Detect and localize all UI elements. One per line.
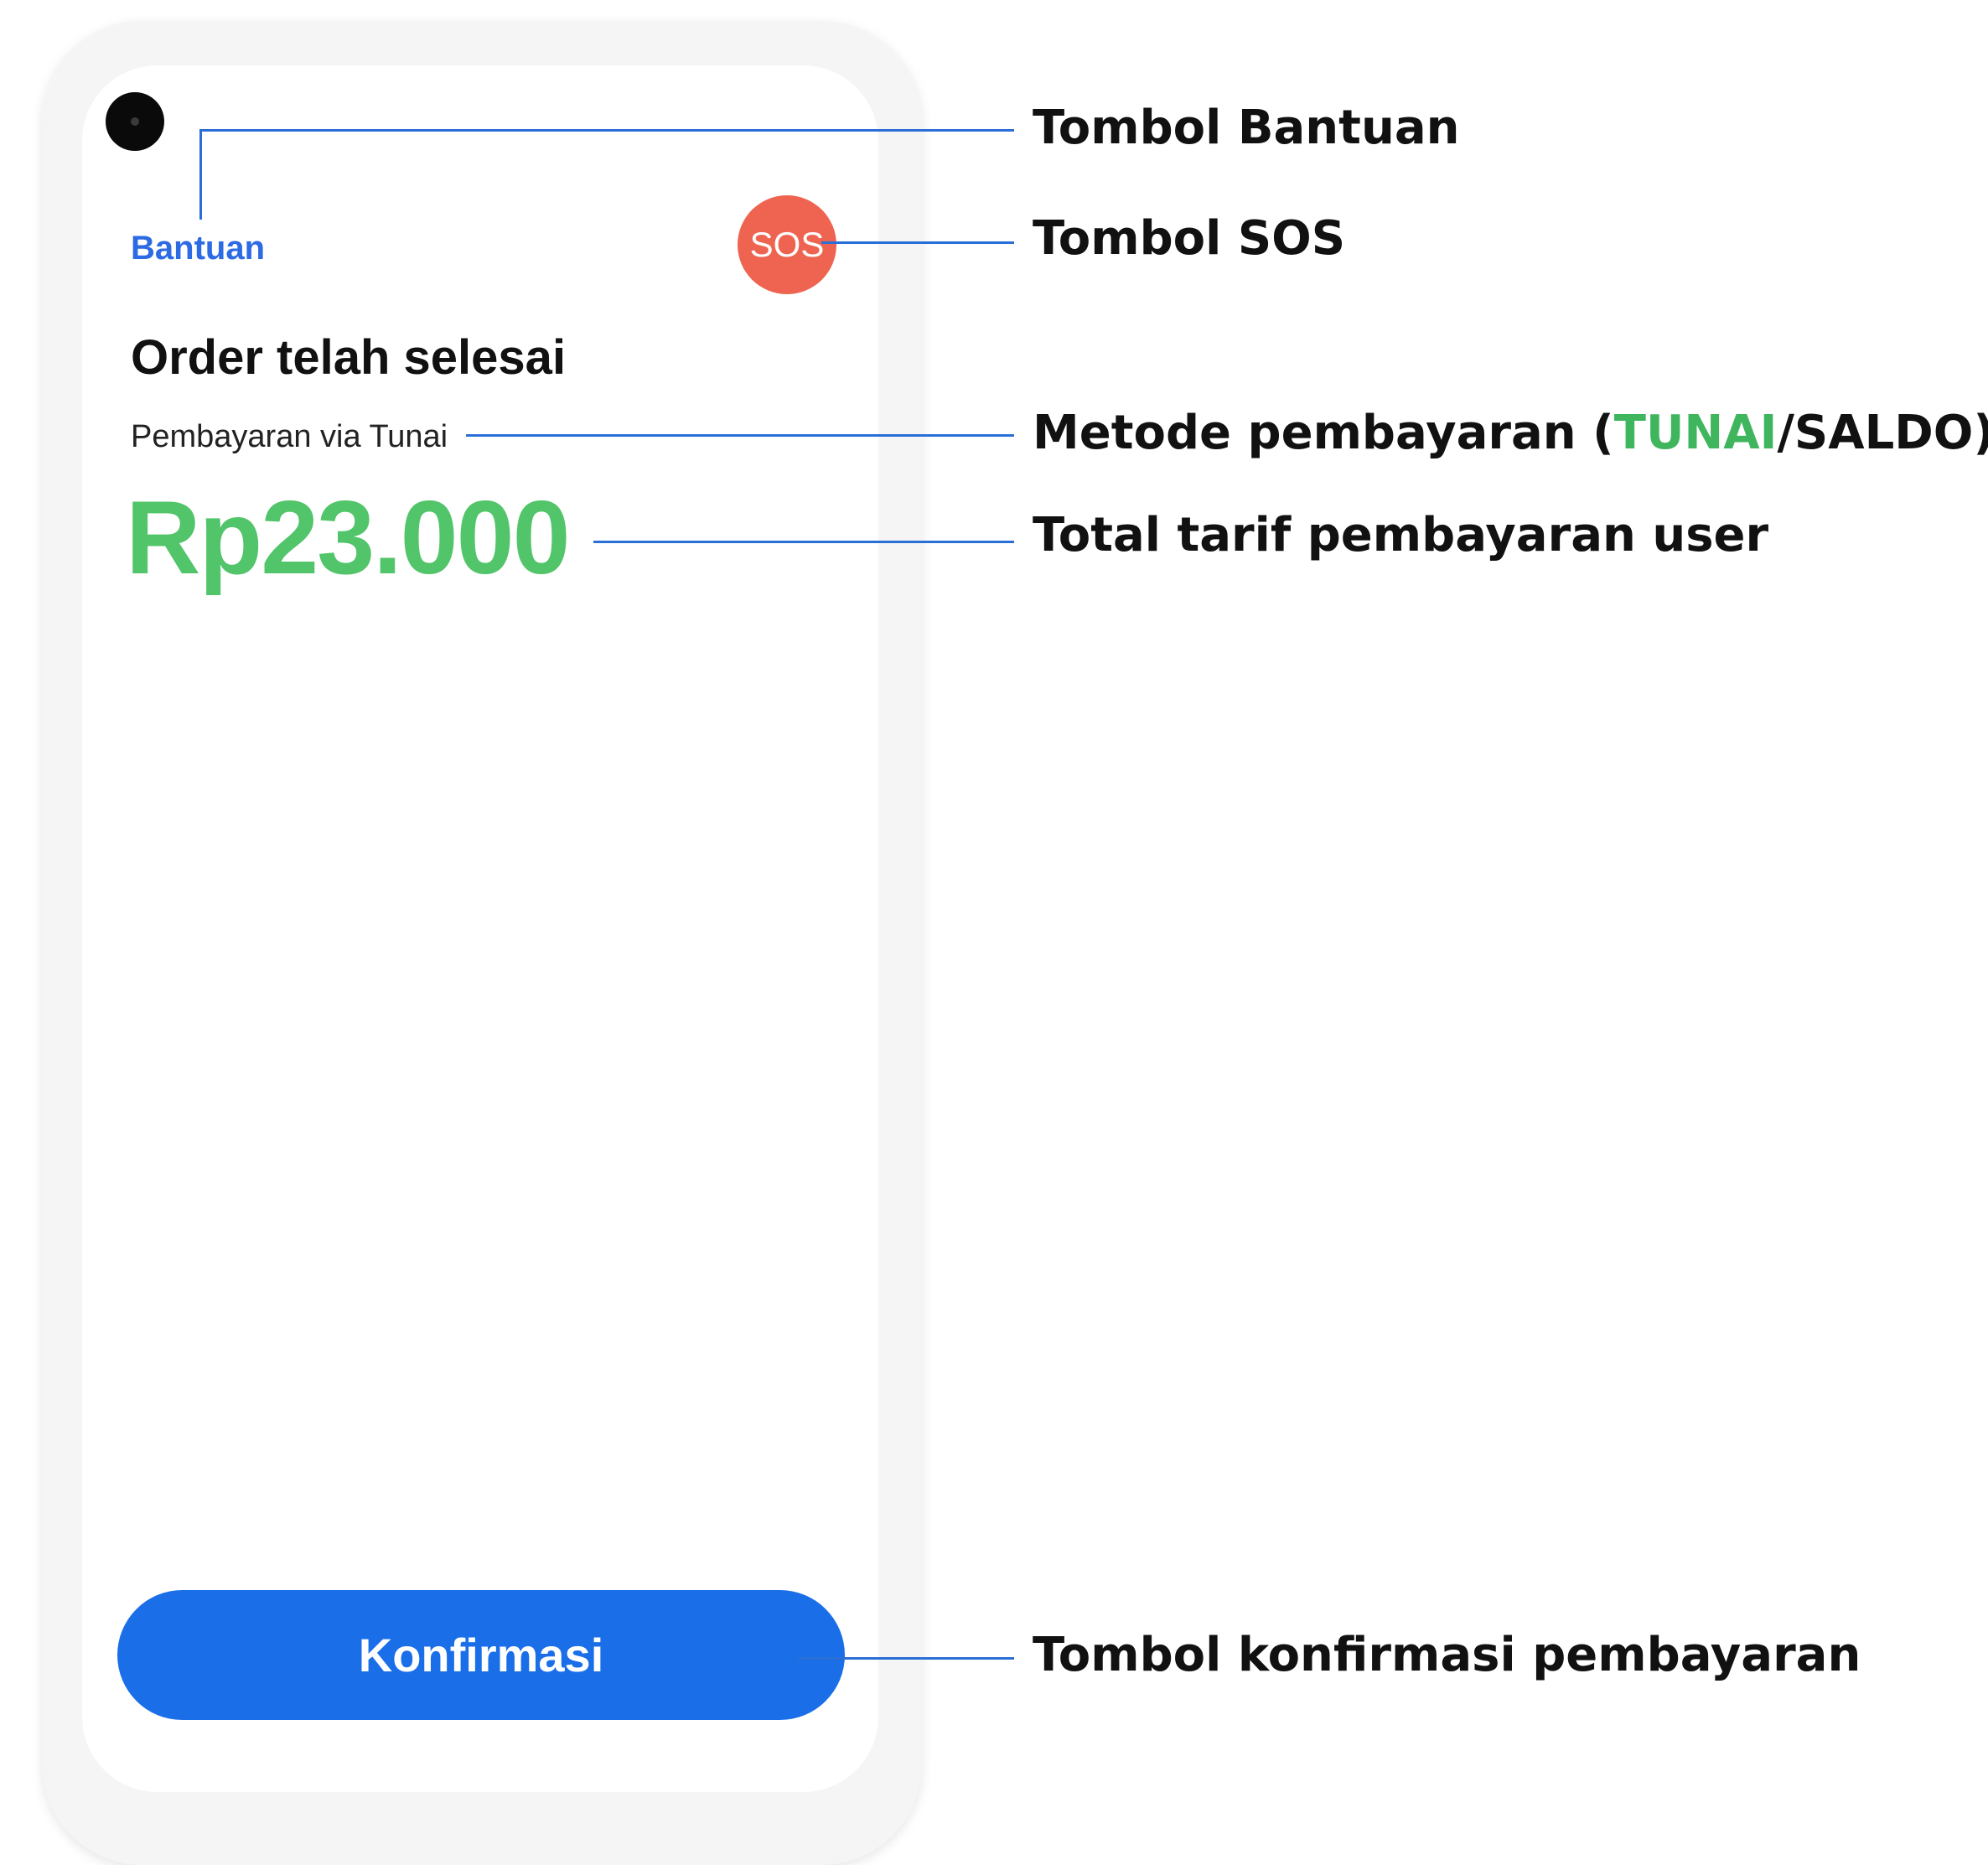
help-button-annotation: Tombol Bantuan [1033,101,1460,155]
help-button[interactable]: Bantuan [131,226,265,270]
payment-method-annotation-prefix: Metode pembayaran ( [1033,406,1614,460]
total-fare-annotation-line [593,541,1014,543]
order-status-title: Order telah selesai [131,330,567,385]
help-annotation-line-vertical [199,129,202,220]
sos-button-label: SOS [749,225,825,264]
help-annotation-line-horizontal [199,129,1014,132]
confirm-button-annotation: Tombol konfirmasi pembayaran [1033,1628,1861,1682]
confirm-annotation-line [798,1657,1014,1660]
sos-button[interactable]: SOS [738,195,836,294]
phone-screen [82,65,878,1792]
confirm-button-label: Konfirmasi [358,1629,604,1681]
payment-method-annotation-suffix: /SALDO) [1777,406,1988,460]
confirm-button[interactable]: Konfirmasi [117,1590,845,1720]
front-camera-icon [106,92,164,151]
total-fare-annotation: Total tarif pembayaran user [1033,508,1769,562]
total-amount: Rp23.000 [126,480,571,596]
payment-method-annotation-cash: TUNAI [1613,406,1778,460]
payment-method-text: Pembayaran via Tunai [131,419,448,454]
sos-annotation-line [821,241,1014,244]
camera-lens [131,117,139,126]
payment-method-annotation: Metode pembayaran (TUNAI/SALDO) [1033,404,1988,463]
sos-button-annotation: Tombol SOS [1033,211,1346,266]
payment-method-annotation-line [466,434,1014,437]
